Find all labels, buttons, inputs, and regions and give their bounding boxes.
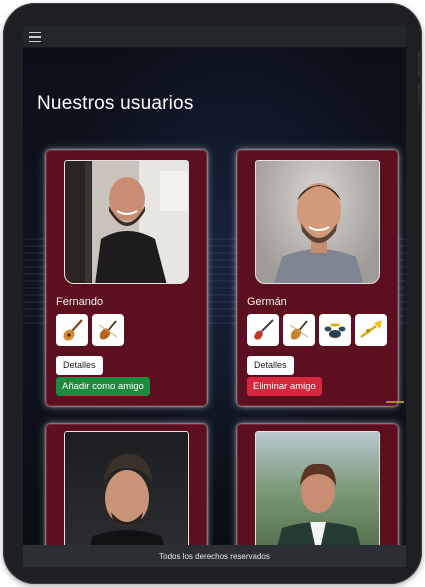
user-photo — [255, 431, 380, 545]
user-name: Fernando — [56, 296, 104, 308]
page-title: Nuestros usuarios — [37, 93, 194, 114]
add-friend-button[interactable]: Añadir como amigo — [56, 377, 150, 396]
tablet-frame: Nuestros usuarios Fernando Detalles Añad… — [3, 3, 422, 584]
user-photo — [255, 160, 380, 284]
user-card-german: Germán Detalles Eliminar amigo — [237, 150, 398, 406]
footer-text: Todos los derechos reservados — [159, 551, 270, 561]
hamburger-menu-icon[interactable] — [26, 28, 44, 46]
instrument-list — [56, 314, 124, 346]
violin-icon — [283, 314, 315, 346]
electric-guitar-icon — [247, 314, 279, 346]
app-screen: Nuestros usuarios Fernando Detalles Añad… — [23, 26, 406, 567]
user-photo — [64, 431, 189, 545]
volume-button — [418, 51, 422, 77]
instrument-list — [247, 314, 387, 346]
footer: Todos los derechos reservados — [23, 545, 406, 567]
top-navbar — [23, 26, 406, 48]
user-card-fernando: Fernando Detalles Añadir como amigo — [46, 150, 207, 406]
violin-icon — [92, 314, 124, 346]
remove-friend-button[interactable]: Eliminar amigo — [247, 377, 322, 396]
trumpet-icon — [355, 314, 387, 346]
drums-icon — [319, 314, 351, 346]
user-card — [237, 424, 398, 545]
decorative-line — [386, 401, 404, 403]
details-button[interactable]: Detalles — [247, 356, 294, 375]
main-content: Nuestros usuarios Fernando Detalles Añad… — [23, 48, 406, 545]
user-photo — [64, 160, 189, 284]
details-button[interactable]: Detalles — [56, 356, 103, 375]
power-button — [418, 83, 422, 105]
acoustic-guitar-icon — [56, 314, 88, 346]
user-name: Germán — [247, 296, 287, 308]
user-card — [46, 424, 207, 545]
